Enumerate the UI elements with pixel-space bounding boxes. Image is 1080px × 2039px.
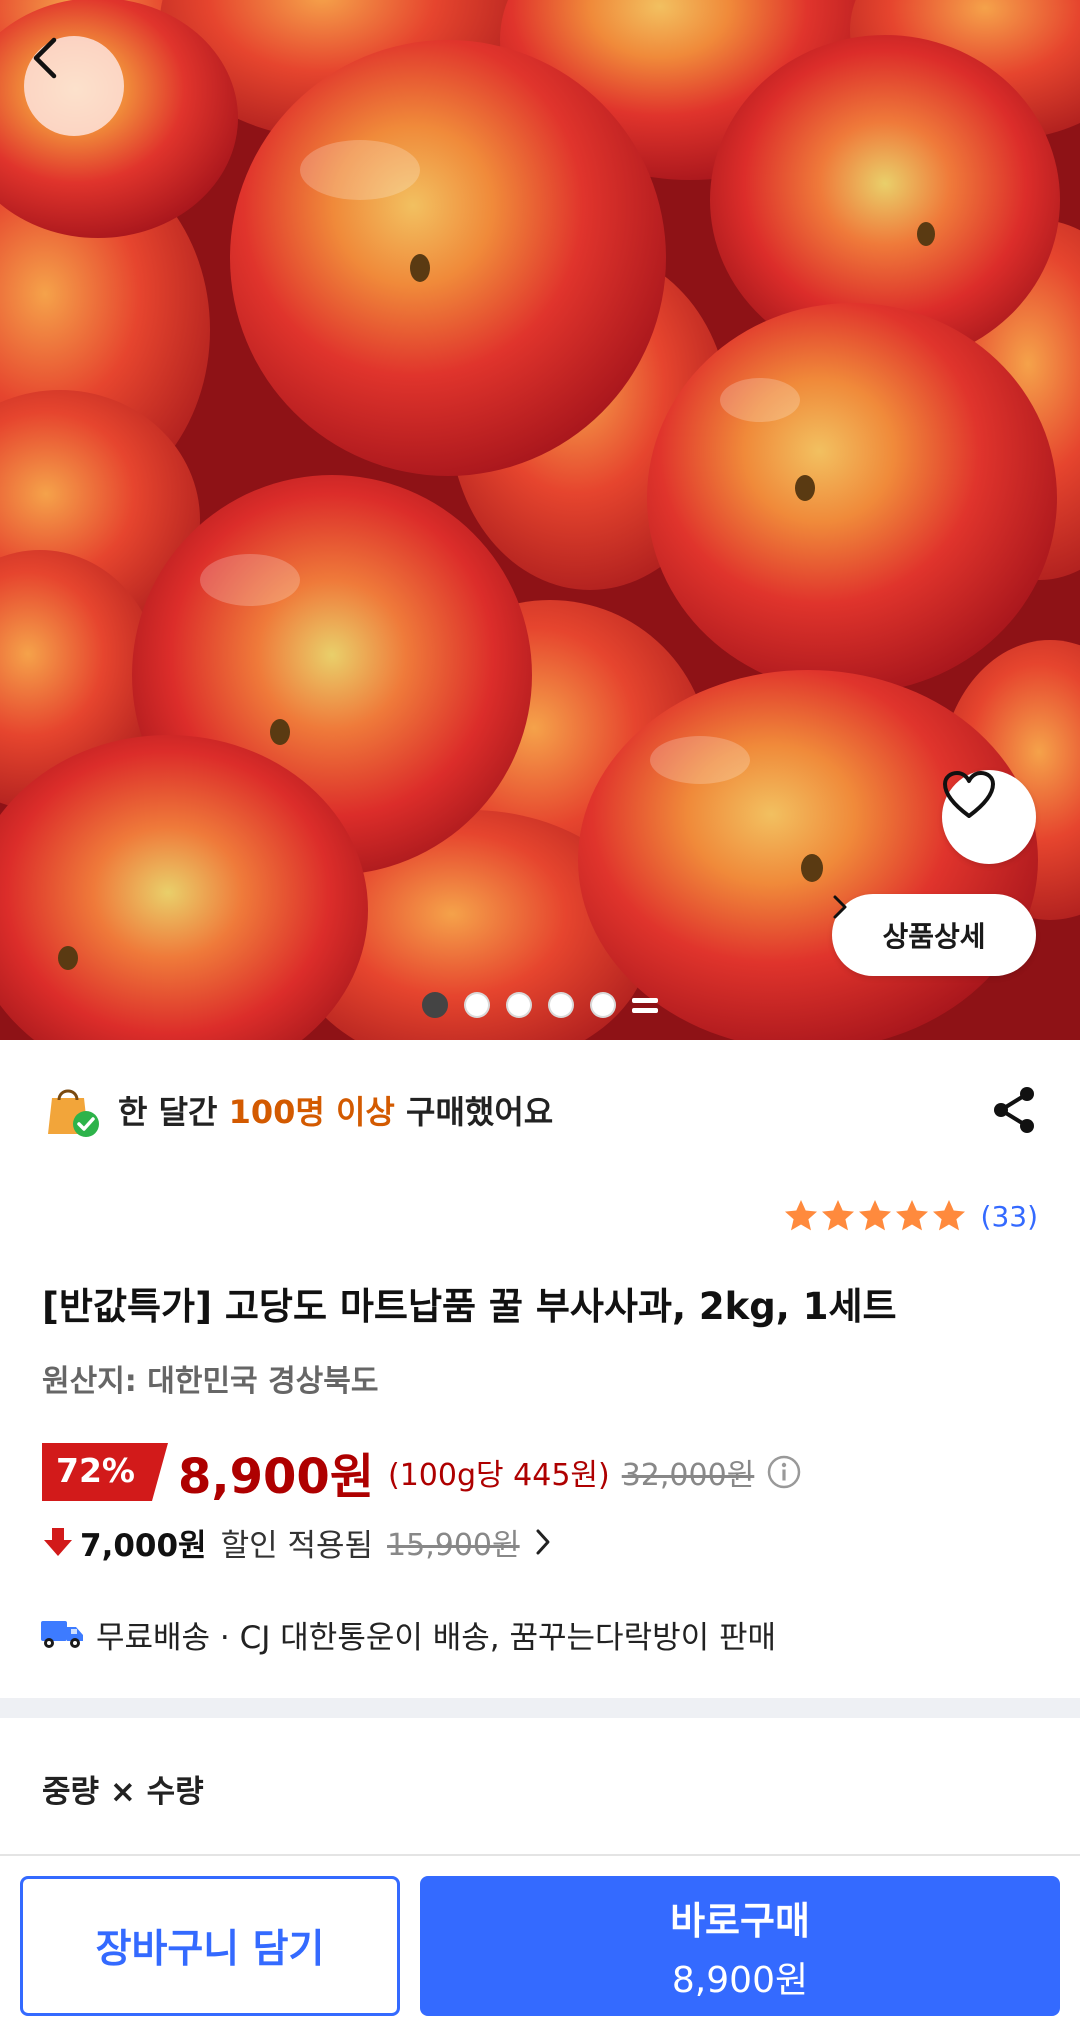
add-to-cart-button[interactable]: 장바구니 담기 xyxy=(20,1876,400,2016)
option-label[interactable]: 중량 × 수량 xyxy=(42,1766,204,1811)
share-button[interactable] xyxy=(984,1080,1044,1140)
coupon-amount: 7,000원 xyxy=(80,1527,207,1564)
carousel-indicator xyxy=(422,992,658,1018)
chevron-right-icon xyxy=(536,1529,550,1555)
review-count[interactable]: (33) xyxy=(981,1200,1038,1233)
social-proof-suffix: 구매했어요 xyxy=(394,1093,554,1131)
apples-photo xyxy=(0,0,1080,1040)
wishlist-button[interactable] xyxy=(942,770,1036,864)
original-price: 32,000원 xyxy=(621,1458,755,1493)
chevron-left-icon xyxy=(33,37,57,79)
bottom-bar-divider xyxy=(0,1854,1080,1856)
shipping-row: 무료배송 · CJ 대한통운이 배송, 꿈꾸는다락방이 판매 xyxy=(40,1608,776,1660)
buy-now-price: 8,900원 xyxy=(671,1959,809,2001)
carousel-more-icon[interactable] xyxy=(632,992,658,1018)
product-title: [반값특가] 고당도 마트납품 꿀 부사사과, 2kg, 1세트 xyxy=(42,1285,897,1328)
section-divider xyxy=(0,1698,1080,1718)
add-to-cart-label: 장바구니 담기 xyxy=(95,1927,325,1972)
carousel-dot[interactable] xyxy=(464,992,490,1018)
product-origin: 원산지: 대한민국 경상북도 xyxy=(42,1364,379,1399)
product-detail-label: 상품상세 xyxy=(882,920,986,953)
buy-now-label: 바로구매 xyxy=(670,1898,810,1943)
social-proof-prefix: 한 달간 xyxy=(118,1093,229,1131)
product-image[interactable]: 상품상세 xyxy=(0,0,1080,1040)
carousel-dot[interactable] xyxy=(548,992,574,1018)
arrow-down-icon xyxy=(44,1528,72,1556)
sale-price: 8,900원 xyxy=(178,1449,374,1505)
discount-badge: 72% xyxy=(42,1443,168,1501)
product-detail-button[interactable]: 상품상세 xyxy=(832,894,1036,976)
social-proof-text: 한 달간 100명 이상 구매했어요 xyxy=(118,1087,553,1133)
social-proof-row: 한 달간 100명 이상 구매했어요 xyxy=(44,1074,1044,1146)
chevron-right-icon xyxy=(833,895,847,919)
coupon-discount-row[interactable]: 7,000원 할인 적용됨 15,900원 xyxy=(42,1516,560,1568)
rating-row[interactable]: (33) xyxy=(783,1198,1038,1234)
shopping-bag-check-icon xyxy=(48,1089,99,1137)
info-icon[interactable] xyxy=(766,1454,802,1490)
carousel-dot[interactable] xyxy=(590,992,616,1018)
unit-price: (100g당 445원) xyxy=(388,1458,610,1493)
back-button[interactable] xyxy=(24,36,124,136)
heart-icon xyxy=(943,771,995,818)
share-icon xyxy=(994,1087,1034,1133)
coupon-label: 할인 적용됨 xyxy=(220,1527,374,1564)
carousel-dot-active[interactable] xyxy=(422,992,448,1018)
price-row: 72% 8,900원 (100g당 445원) 32,000원 xyxy=(42,1440,802,1505)
shipping-text: 무료배송 · CJ 대한통운이 배송, 꿈꾸는다락방이 판매 xyxy=(96,1619,777,1656)
discount-rate: 72% xyxy=(56,1451,135,1490)
star-rating-icon xyxy=(784,1200,965,1231)
carousel-dot[interactable] xyxy=(506,992,532,1018)
coupon-original-price: 15,900원 xyxy=(387,1528,520,1563)
social-proof-highlight: 100명 이상 xyxy=(228,1093,395,1131)
delivery-truck-icon xyxy=(41,1621,83,1648)
buy-now-button[interactable]: 바로구매 8,900원 xyxy=(420,1876,1060,2016)
